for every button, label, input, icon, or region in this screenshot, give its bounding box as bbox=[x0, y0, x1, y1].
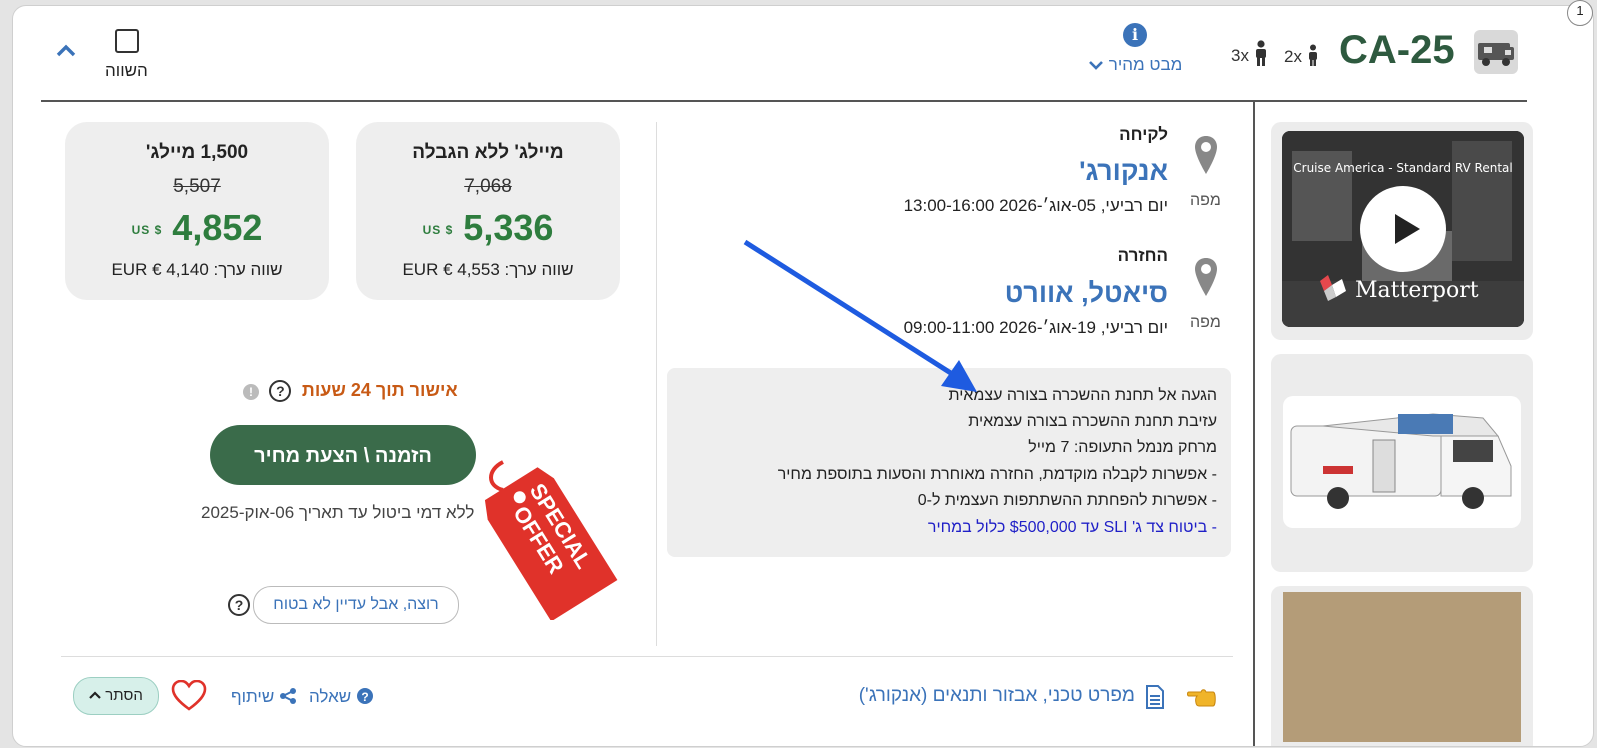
matterport-wordmark: Matterport bbox=[1355, 278, 1479, 303]
gallery-item-exterior[interactable] bbox=[1271, 354, 1533, 572]
gallery-item-video[interactable]: Cruise America - Standard RV Rental Matt… bbox=[1271, 122, 1533, 340]
currency-label: US $ bbox=[131, 223, 163, 237]
old-price: 7,068 bbox=[464, 176, 512, 197]
map-pin-icon[interactable] bbox=[1193, 134, 1219, 176]
quick-view-toggle[interactable]: מבט מהיר bbox=[1088, 55, 1182, 75]
adults-label: 2x bbox=[1284, 47, 1302, 66]
info-icon[interactable]: i bbox=[1123, 23, 1147, 47]
compare-label: השווה bbox=[105, 61, 148, 80]
eur-equivalent: שווה ערך: EUR € 4,140 bbox=[111, 260, 283, 279]
person-icon bbox=[1253, 40, 1269, 66]
question-label: שאלה bbox=[309, 687, 352, 706]
matterport-logo: Matterport bbox=[1318, 273, 1479, 303]
price-value: US $ 5,336 bbox=[356, 207, 620, 249]
help-icon[interactable]: ? bbox=[269, 380, 292, 402]
children-count: 3x bbox=[1231, 40, 1269, 66]
dropoff-map-link[interactable]: מפה bbox=[1190, 314, 1221, 332]
gallery-item-interior[interactable] bbox=[1271, 586, 1533, 746]
info-line: מרחק מנמל התעופה: 7 מייל bbox=[1028, 439, 1217, 456]
special-offer-tag: SPECIAL OFFER bbox=[484, 460, 618, 620]
price-title: מיילג' ללא הגבלה bbox=[412, 142, 564, 163]
maybe-later-button[interactable]: רוצה, אבל עדיין לא בטוח bbox=[253, 586, 459, 624]
pickup-date: יום רביעי, 05-אוג׳-2026 13:00-16:00 bbox=[903, 196, 1168, 215]
hide-label: הסתר bbox=[105, 687, 143, 704]
rv-exterior-photo[interactable] bbox=[1283, 396, 1521, 528]
page-number-badge: 1 bbox=[1567, 0, 1593, 26]
price-amount: 5,336 bbox=[463, 207, 554, 248]
dropoff-city[interactable]: סיאטל, אוורט bbox=[1005, 278, 1168, 309]
book-quote-button[interactable]: הזמנה \ הצעת מחיר bbox=[210, 425, 476, 485]
model-code: CA-25 bbox=[1339, 28, 1455, 72]
currency-label: US $ bbox=[422, 223, 454, 237]
price-card-unlimited[interactable]: מיילג' ללא הגבלה 7,068 US $ 5,336 שווה ער… bbox=[356, 122, 620, 300]
gallery-divider bbox=[1253, 102, 1255, 746]
info-line: - אפשרות לקבלה מוקדמת, החזרה מאוחרת והסע… bbox=[777, 466, 1217, 483]
svg-text:?: ? bbox=[361, 690, 368, 704]
adult-icon bbox=[1306, 44, 1320, 66]
annotation-arrow bbox=[743, 239, 977, 392]
insurance-line: - ביטוח צד ג' SLI עד $500,000 כלול במחיר bbox=[927, 519, 1217, 536]
pickup-map-link[interactable]: מפה bbox=[1190, 192, 1221, 210]
info-line: - אפשרות להפחתת ההשתתפות העצמית ל-0 bbox=[917, 492, 1217, 509]
share-link[interactable]: שיתוף bbox=[231, 687, 297, 707]
info-line: עזיבת תחנת ההשכרה בצורה עצמאית bbox=[968, 413, 1217, 430]
price-card-limited[interactable]: 1,500 מיילג' 5,507 US $ 4,852 שווה ערך: E… bbox=[65, 122, 329, 300]
children-label: 3x bbox=[1231, 46, 1249, 65]
pickup-heading: לקיחה bbox=[1119, 125, 1168, 144]
price-amount: 4,852 bbox=[172, 207, 263, 248]
pickup-city[interactable]: אנקורג' bbox=[1079, 156, 1168, 187]
rv-category-icon bbox=[1474, 30, 1518, 74]
share-label: שיתוף bbox=[231, 687, 275, 706]
column-divider bbox=[656, 122, 657, 646]
video-thumbnail[interactable]: Cruise America - Standard RV Rental Matt… bbox=[1282, 131, 1524, 327]
price-title: 1,500 מיילג' bbox=[145, 142, 249, 163]
chevron-down-icon bbox=[1088, 55, 1104, 74]
price-value: US $ 4,852 bbox=[65, 207, 329, 249]
rv-listing-card: CA-25 2x 3x i מבט מהיר השווה מפה לקיחה א… bbox=[12, 5, 1594, 747]
eur-equivalent: שווה ערך: EUR € 4,553 bbox=[402, 260, 574, 279]
share-icon bbox=[279, 688, 297, 706]
collapse-chevron-up-icon[interactable] bbox=[55, 42, 77, 63]
approval-text: אישור תוך 24 שעות bbox=[301, 380, 458, 400]
footer-divider bbox=[61, 656, 1233, 657]
free-cancellation-note: ללא דמי ביטול עד תאריך 06-אוק-2025 bbox=[201, 503, 475, 522]
video-title: Cruise America - Standard RV Rental bbox=[1293, 161, 1513, 175]
chevron-up-icon bbox=[89, 687, 101, 704]
quick-view-label: מבט מהיר bbox=[1108, 55, 1183, 74]
help-icon[interactable]: ? bbox=[228, 594, 250, 616]
dropoff-heading: החזרה bbox=[1117, 246, 1168, 265]
document-icon bbox=[1145, 685, 1165, 714]
play-icon[interactable] bbox=[1360, 186, 1446, 272]
old-price: 5,507 bbox=[173, 176, 221, 197]
alert-icon[interactable]: ! bbox=[243, 384, 259, 400]
question-link[interactable]: שאלה ? bbox=[309, 687, 374, 707]
maybe-help[interactable]: ? bbox=[228, 594, 250, 616]
approval-row: ! ? אישור תוך 24 שעות bbox=[243, 380, 458, 402]
rv-interior-photo[interactable] bbox=[1283, 592, 1521, 742]
hide-button[interactable]: הסתר bbox=[73, 677, 159, 715]
compare-checkbox[interactable] bbox=[115, 29, 139, 53]
header-divider bbox=[41, 100, 1527, 102]
question-circle-icon: ? bbox=[356, 688, 374, 706]
heart-icon[interactable] bbox=[171, 679, 207, 717]
spec-terms-link[interactable]: מפרט טכני, אבזור ותנאים (אנקורג') bbox=[859, 685, 1135, 707]
adults-count: 2x bbox=[1284, 44, 1320, 67]
pointing-hand-icon bbox=[1187, 684, 1217, 715]
map-pin-icon[interactable] bbox=[1193, 256, 1219, 298]
